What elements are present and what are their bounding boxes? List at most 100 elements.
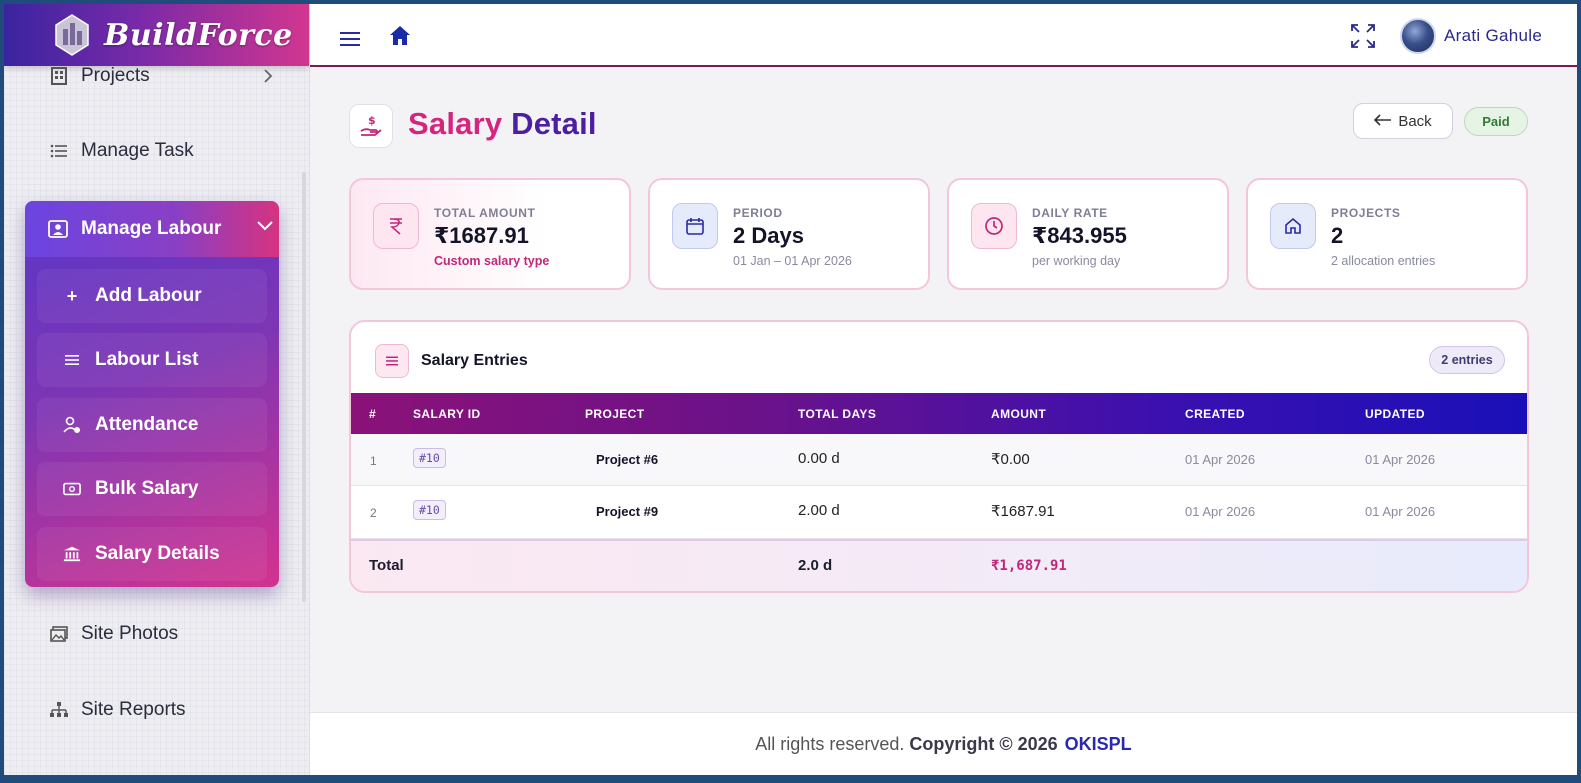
hamburger-menu-icon[interactable]: [340, 30, 362, 48]
stat-value: ₹843.955: [1032, 223, 1127, 248]
sidebar-subitem-label: Bulk Salary: [95, 478, 199, 499]
amount: ₹1687.91: [991, 503, 1055, 520]
table-row[interactable]: 1 #10 Project #6 0.00 d ₹0.00 01 Apr 202…: [351, 434, 1527, 486]
page-title: Salary Detail: [408, 106, 597, 141]
stat-card-projects: PROJECTS 2 2 allocation entries: [1246, 178, 1528, 290]
building-icon: [49, 66, 69, 86]
sidebar-item-label: Projects: [81, 65, 150, 86]
stat-card-daily-rate: DAILY RATE ₹843.955 per working day: [947, 178, 1229, 290]
sidebar-item-label: Site Reports: [81, 699, 186, 720]
top-bar: Arati Gahule: [310, 4, 1577, 67]
stat-label: DAILY RATE: [1032, 206, 1108, 220]
images-icon: [49, 624, 69, 644]
updated-date: 01 Apr 2026: [1365, 504, 1436, 519]
footer-company-link[interactable]: OKISPL: [1065, 734, 1132, 755]
house-icon: [1270, 203, 1316, 249]
created-date: 01 Apr 2026: [1185, 452, 1256, 467]
construction-logo-icon: [52, 12, 92, 58]
avatar[interactable]: [1400, 18, 1436, 54]
brand-name: BuildForce: [104, 17, 293, 53]
stat-label: PERIOD: [733, 206, 783, 220]
sidebar-subitem-label: Attendance: [95, 414, 199, 435]
project-name: Project #6: [596, 452, 659, 467]
sidebar-item-manage-labour[interactable]: Manage Labour: [25, 201, 279, 257]
user-check-icon: [63, 416, 81, 434]
table-header: # SALARY ID PROJECT TOTAL DAYS AMOUNT CR…: [351, 393, 1527, 434]
sidebar: BuildForce Projects Manage Task Manage L…: [4, 4, 310, 775]
stat-card-total-amount: TOTAL AMOUNT ₹1687.91 Custom salary type: [349, 178, 631, 290]
chevron-right-icon: [262, 68, 274, 89]
list-icon: [49, 141, 69, 161]
stat-card-period: PERIOD 2 Days 01 Jan – 01 Apr 2026: [648, 178, 930, 290]
brand-logo[interactable]: BuildForce: [4, 4, 309, 66]
calendar-icon: [672, 203, 718, 249]
stat-subtext: Custom salary type: [434, 254, 550, 268]
menu-lines-icon: [63, 351, 81, 369]
fullscreen-icon[interactable]: [1350, 23, 1376, 49]
salary-id-tag: #10: [413, 500, 446, 520]
sidebar-scrollbar[interactable]: [302, 172, 306, 602]
sidebar-subitem-salary-details[interactable]: Salary Details: [37, 527, 267, 581]
status-badge: Paid: [1464, 107, 1528, 136]
total-days: 2.0 d: [798, 557, 833, 574]
salary-entries-panel: Salary Entries 2 entries # SALARY ID PRO…: [349, 320, 1529, 593]
footer: All rights reserved. Copyright © 2026 OK…: [310, 712, 1577, 775]
updated-date: 01 Apr 2026: [1365, 452, 1436, 467]
user-name[interactable]: Arati Gahule: [1444, 26, 1542, 46]
amount: ₹0.00: [991, 451, 1030, 468]
back-button[interactable]: Back: [1353, 103, 1453, 139]
created-date: 01 Apr 2026: [1185, 504, 1256, 519]
column-header[interactable]: SALARY ID: [413, 407, 481, 421]
total-label: Total: [369, 557, 404, 574]
sidebar-subitem-labour-list[interactable]: Labour List: [37, 333, 267, 387]
stat-label: PROJECTS: [1331, 206, 1401, 220]
list-icon: [375, 344, 409, 378]
sidebar-item-label: Manage Task: [81, 140, 194, 161]
total-days: 0.00 d: [798, 450, 840, 467]
column-header[interactable]: PROJECT: [585, 407, 644, 421]
salary-id-tag: #10: [413, 448, 446, 468]
panel-title: Salary Entries: [421, 352, 528, 369]
total-days: 2.00 d: [798, 502, 840, 519]
salary-hand-icon: $: [349, 104, 393, 148]
stat-value: 2: [1331, 223, 1344, 248]
sidebar-item-manage-task[interactable]: Manage Task: [49, 140, 194, 162]
chevron-down-icon: [255, 215, 277, 237]
arrow-left-icon: [1374, 113, 1392, 130]
sidebar-group-manage-labour: Manage Labour + Add Labour Labour List A…: [25, 201, 279, 587]
stat-value: 2 Days: [733, 223, 804, 248]
column-header[interactable]: CREATED: [1185, 407, 1245, 421]
home-icon[interactable]: [388, 24, 412, 48]
footer-copyright: Copyright © 2026: [909, 733, 1058, 754]
total-amount: ₹1,687.91: [991, 558, 1067, 574]
bank-icon: [63, 545, 81, 563]
sidebar-item-label: Site Photos: [81, 623, 179, 644]
sidebar-item-label: Manage Labour: [81, 218, 222, 239]
row-number: 1: [370, 454, 377, 468]
column-header[interactable]: UPDATED: [1365, 407, 1425, 421]
project-name: Project #9: [596, 504, 659, 519]
rupee-icon: [373, 203, 419, 249]
column-header[interactable]: AMOUNT: [991, 407, 1046, 421]
sidebar-subitem-label: Salary Details: [95, 543, 220, 564]
sidebar-subitem-label: Labour List: [95, 349, 199, 370]
sidebar-subitem-add-labour[interactable]: + Add Labour: [37, 269, 267, 323]
sidebar-subitem-bulk-salary[interactable]: Bulk Salary: [37, 462, 267, 516]
plus-icon: +: [66, 285, 78, 306]
table-row[interactable]: 2 #10 Project #9 2.00 d ₹1687.91 01 Apr …: [351, 487, 1527, 539]
sidebar-subitem-label: Add Labour: [95, 285, 202, 306]
stat-value: ₹1687.91: [434, 223, 529, 248]
app-frame: BuildForce Projects Manage Task Manage L…: [4, 4, 1577, 775]
sitemap-icon: [49, 700, 69, 720]
stat-subtext: 01 Jan – 01 Apr 2026: [733, 254, 852, 268]
sidebar-subitem-attendance[interactable]: Attendance: [37, 398, 267, 452]
row-number: 2: [370, 506, 377, 520]
svg-text:$: $: [368, 114, 376, 127]
sidebar-item-site-reports[interactable]: Site Reports: [49, 699, 186, 721]
column-header[interactable]: TOTAL DAYS: [798, 407, 876, 421]
id-card-icon: [47, 218, 69, 240]
stat-subtext: per working day: [1032, 254, 1121, 268]
column-header[interactable]: #: [369, 407, 376, 421]
sidebar-item-projects[interactable]: Projects: [49, 65, 150, 87]
sidebar-item-site-photos[interactable]: Site Photos: [49, 623, 178, 645]
